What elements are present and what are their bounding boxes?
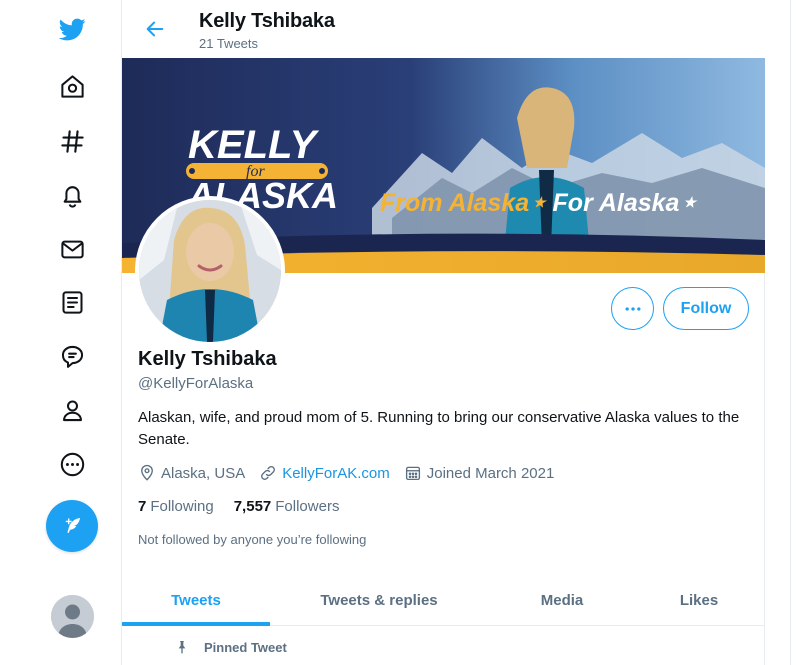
following-stat[interactable]: 7 Following <box>138 498 214 515</box>
tab-tweets[interactable]: Tweets <box>122 574 270 626</box>
compose-tweet-button[interactable] <box>46 500 98 552</box>
notifications-bell-icon[interactable] <box>52 175 92 215</box>
twitter-logo-icon[interactable] <box>52 9 92 49</box>
more-icon[interactable] <box>52 444 92 484</box>
following-label: Following <box>150 498 214 515</box>
logo-kelly-text: KELLY <box>188 123 319 167</box>
profile-handle: @KellyForAlaska <box>138 375 254 392</box>
calendar-icon <box>405 466 420 481</box>
profile-main-column: Kelly Tshibaka 21 Tweets KELLY for ALASK… <box>121 0 765 665</box>
profile-location: Alaska, USA <box>138 464 245 482</box>
tab-likes[interactable]: Likes <box>642 574 756 626</box>
joined-text: Joined March 2021 <box>426 464 555 482</box>
profile-display-name: Kelly Tshibaka <box>138 348 277 370</box>
following-count: 7 <box>138 498 147 515</box>
default-avatar-icon <box>51 595 94 638</box>
pinned-tweet-label: Pinned Tweet <box>174 639 287 655</box>
not-followed-notice: Not followed by anyone you’re following <box>138 532 367 547</box>
follow-stats: 7 Following 7,557 Followers <box>138 498 359 515</box>
more-dots-icon <box>625 306 640 311</box>
compose-tweet-icon <box>65 518 80 533</box>
back-arrow-icon[interactable] <box>140 14 170 44</box>
right-column-edge <box>790 0 800 665</box>
profile-joined: Joined March 2021 <box>404 464 555 482</box>
messages-envelope-icon[interactable] <box>52 229 92 269</box>
followers-label: Followers <box>275 498 340 515</box>
profile-bio: Alaskan, wife, and proud mom of 5. Runni… <box>138 409 740 448</box>
home-icon[interactable] <box>52 66 92 106</box>
profile-website[interactable]: KellyForAK.com <box>259 464 390 482</box>
profile-meta: Alaska, USA KellyForAK.com Joined March … <box>138 463 568 483</box>
website-link[interactable]: KellyForAK.com <box>282 465 390 482</box>
explore-hashtag-icon[interactable] <box>52 121 92 161</box>
location-pin-icon <box>141 464 153 481</box>
more-options-button[interactable] <box>611 287 654 330</box>
profile-icon[interactable] <box>52 390 92 430</box>
profile-photo <box>139 200 281 342</box>
profile-header: Kelly Tshibaka 21 Tweets <box>122 0 765 58</box>
topics-icon[interactable] <box>52 336 92 376</box>
tab-tweets-replies[interactable]: Tweets & replies <box>290 574 468 626</box>
sidebar-nav <box>0 0 121 665</box>
pin-icon <box>178 641 186 654</box>
followers-count: 7,557 <box>233 498 272 515</box>
followers-stat[interactable]: 7,557 Followers <box>234 498 340 515</box>
location-text: Alaska, USA <box>161 464 246 482</box>
profile-tabs: Tweets Tweets & replies Media Likes <box>122 574 765 626</box>
header-title: Kelly Tshibaka <box>199 10 335 32</box>
tab-media[interactable]: Media <box>502 574 622 626</box>
account-avatar[interactable] <box>51 595 94 638</box>
active-tab-indicator <box>122 622 270 626</box>
header-tweet-count: 21 Tweets <box>199 36 259 51</box>
link-icon <box>261 466 276 480</box>
lists-icon[interactable] <box>52 282 92 322</box>
pinned-text: Pinned Tweet <box>204 639 287 655</box>
follow-button[interactable]: Follow <box>663 287 749 330</box>
profile-avatar[interactable] <box>135 196 285 346</box>
